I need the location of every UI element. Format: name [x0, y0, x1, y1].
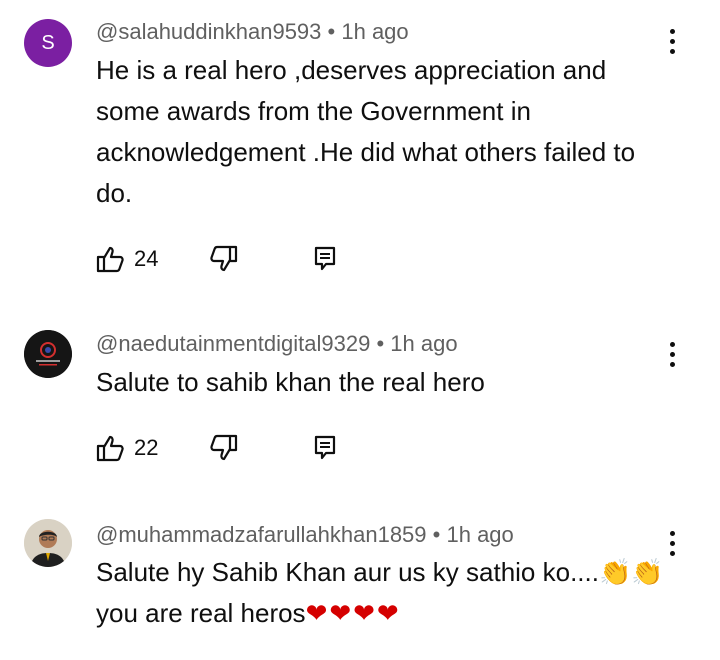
meta-separator: • [327, 19, 336, 44]
avatar-letter: S [41, 31, 55, 54]
reply-button[interactable] [314, 428, 336, 468]
comment-time[interactable]: 1h ago [341, 19, 408, 44]
avatar[interactable] [24, 519, 72, 567]
channel-logo [24, 330, 72, 378]
avatar[interactable] [24, 330, 72, 378]
more-vertical-icon-dot [669, 540, 675, 546]
comment-text-line1: Salute hy Sahib Khan aur us ky sathio ko… [96, 557, 664, 587]
thumbs-down-icon [210, 245, 238, 272]
reply-button[interactable] [314, 239, 336, 279]
thumbs-up-icon [96, 246, 124, 273]
comment-text-line2-words: you are real heros [96, 598, 306, 628]
like-button[interactable]: 22 [96, 428, 158, 468]
comment-author[interactable]: @muhammadzafarullahkhan1859 [96, 522, 427, 547]
comment-text: Salute hy Sahib Khan aur us ky sathio ko… [96, 552, 666, 634]
comment-author[interactable]: @naedutainmentdigital9329 [96, 331, 370, 356]
comment-author[interactable]: @salahuddinkhan9593 [96, 19, 321, 44]
more-vertical-icon-dot [669, 361, 675, 367]
reply-icon [314, 246, 336, 271]
like-count: 24 [134, 246, 159, 271]
more-vertical-icon-dot [669, 38, 675, 44]
like-count: 22 [134, 435, 159, 460]
dislike-button[interactable] [208, 239, 238, 279]
reply-icon [314, 435, 336, 460]
dislike-button[interactable] [208, 428, 238, 468]
more-vertical-icon-dot [669, 48, 675, 54]
more-vertical-icon [669, 530, 675, 536]
comment-time[interactable]: 1h ago [390, 331, 457, 356]
comment-meta: @salahuddinkhan9593 • 1h ago [96, 19, 409, 45]
like-button[interactable]: 24 [96, 239, 158, 279]
more-vertical-icon-dot [669, 550, 675, 556]
comment-meta: @naedutainmentdigital9329 • 1h ago [96, 331, 458, 357]
more-vertical-icon [669, 341, 675, 347]
more-vertical-icon-dot [669, 351, 675, 357]
avatar[interactable]: S [24, 19, 72, 67]
user-photo [24, 519, 72, 567]
thumbs-up-icon [96, 435, 124, 462]
heart-emoji: ❤❤❤❤ [305, 598, 401, 628]
comment-meta: @muhammadzafarullahkhan1859 • 1h ago [96, 522, 514, 548]
more-vertical-icon [669, 28, 675, 34]
comment-text-line2: you are real heros❤❤❤❤ [96, 593, 666, 634]
meta-separator: • [376, 331, 385, 356]
thumbs-down-icon [210, 434, 238, 461]
meta-separator: • [432, 522, 441, 547]
comment-text: Salute to sahib khan the real hero [96, 367, 485, 397]
comment-text: He is a real hero ,deserves appreciation… [96, 55, 636, 208]
comment-time[interactable]: 1h ago [446, 522, 513, 547]
